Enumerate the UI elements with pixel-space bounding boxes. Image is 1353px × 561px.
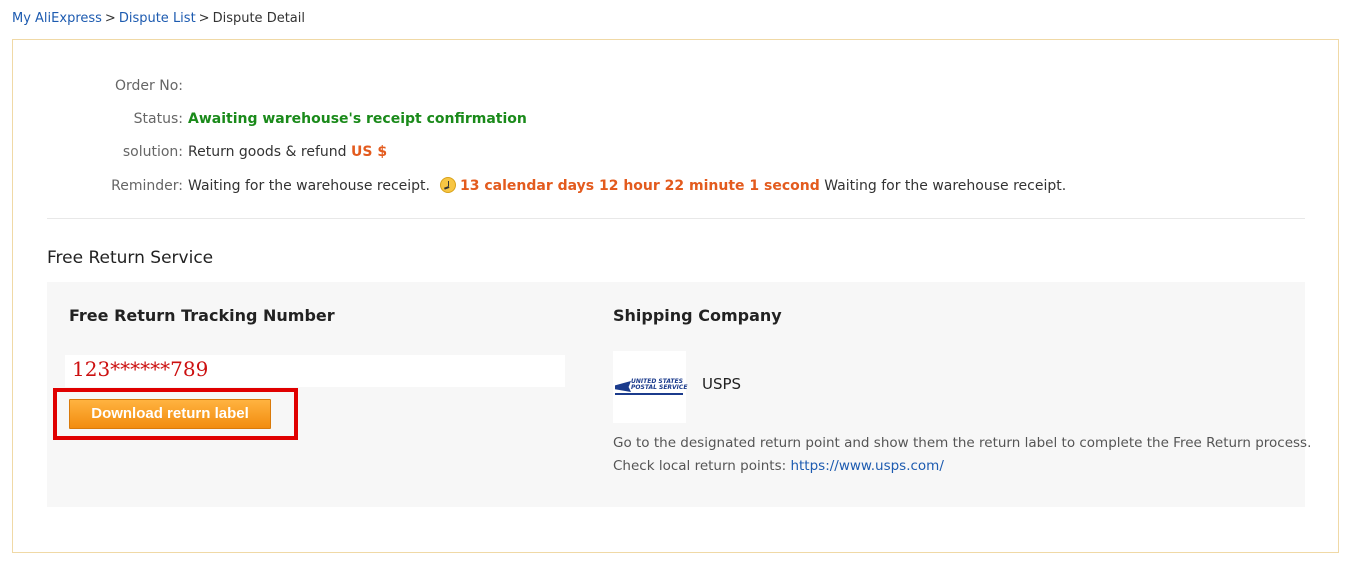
return-instructions: Go to the designated return point and sh… [613,432,1311,478]
section-divider [47,218,1305,219]
usps-logo-text: UNITED STATES POSTAL SERVICE [631,379,687,391]
tracking-number-title: Free Return Tracking Number [69,306,335,325]
reminder-countdown: 13 calendar days 12 hour 22 minute 1 sec… [459,178,820,194]
clock-icon [439,177,456,193]
reminder-prefix: Waiting for the warehouse receipt. [188,178,430,194]
free-return-section-title: Free Return Service [47,248,214,268]
reminder-value-wrapper: Waiting for the warehouse receipt. 13 cal… [188,175,1066,197]
status-value-wrapper: Awaiting warehouse's receipt confirmatio… [188,108,527,130]
breadcrumb-current: Dispute Detail [212,11,305,26]
breadcrumb-separator: > [104,11,116,26]
instruction-line-2: Check local return points: https://www.u… [613,455,1311,478]
shipping-company-title: Shipping Company [613,306,782,325]
free-return-service-box: Free Return Tracking Number 123******789… [47,282,1311,507]
order-no-label: Order No: [115,78,183,94]
status-label: Status: [133,111,183,127]
carrier-name: USPS [702,375,742,393]
dispute-detail-panel: Order No: Status: Awaiting warehouse's r… [12,39,1339,553]
breadcrumb-link-my-aliexpress[interactable]: My AliExpress [12,11,102,26]
tracking-number-value: 123******789 [72,357,209,381]
solution-text: Return goods & refund [188,144,347,160]
solution-label: solution: [122,144,183,160]
breadcrumb: My AliExpress > Dispute List > Dispute Detai… [12,10,305,28]
status-value: Awaiting warehouse's receipt confirmatio… [188,111,527,127]
breadcrumb-separator: > [198,11,210,26]
instruction-line-1: Go to the designated return point and sh… [613,435,1312,451]
solution-amount: US $ [351,144,388,160]
usps-logo: UNITED STATES POSTAL SERVICE [613,351,687,423]
usps-logo-bar [615,393,683,395]
usps-eagle-icon [615,381,631,392]
reminder-suffix: Waiting for the warehouse receipt. [824,178,1067,194]
reminder-label: Reminder: [111,178,183,194]
solution-value-wrapper: Return goods & refund US $ [188,141,387,163]
usps-logo-line2: POSTAL SERVICE [631,384,688,391]
usps-website-link[interactable]: https://www.usps.com/ [790,458,943,474]
download-return-label-button[interactable]: Download return label [69,399,271,429]
breadcrumb-link-dispute-list[interactable]: Dispute List [119,11,196,26]
instruction-line-2-prefix: Check local return points: [613,458,787,474]
